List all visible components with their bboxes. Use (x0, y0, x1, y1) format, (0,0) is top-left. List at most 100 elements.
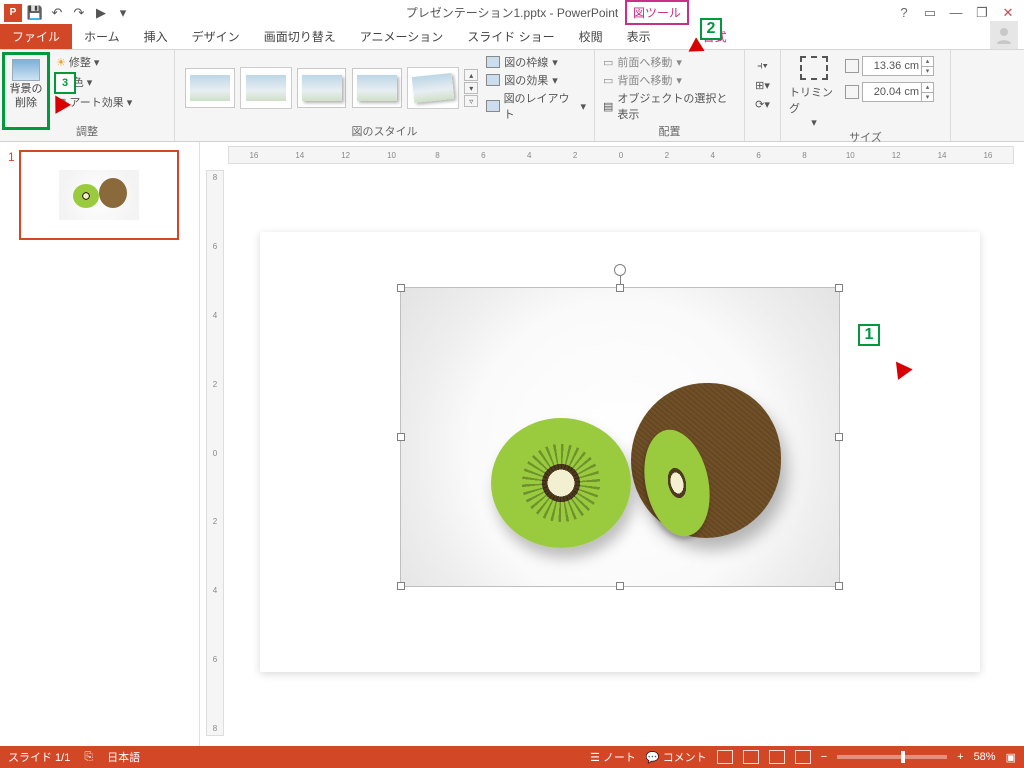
picture-effects-button[interactable]: 図の効果 ▾ (486, 72, 586, 88)
resize-handle-tl[interactable] (397, 284, 405, 292)
qat-save[interactable]: 💾 (26, 4, 44, 22)
status-slide-indicator[interactable]: スライド 1/1 (8, 749, 70, 765)
resize-handle-mr[interactable] (835, 433, 843, 441)
group-icon[interactable]: ⊞▾ (755, 79, 770, 92)
spin-down-icon[interactable]: ▾ (922, 67, 933, 76)
height-icon (845, 59, 859, 73)
resize-handle-bl[interactable] (397, 582, 405, 590)
zoom-slider-knob[interactable] (901, 751, 905, 763)
align-icon[interactable]: ⫞▾ (757, 60, 768, 73)
selected-picture[interactable]: 1 (400, 287, 840, 587)
zoom-percent[interactable]: 58% (974, 751, 996, 763)
tab-transitions[interactable]: 画面切り替え (252, 24, 348, 49)
effects-icon (486, 74, 500, 86)
selection-pane-button[interactable]: ▤オブジェクトの選択と表示 (603, 90, 736, 122)
callout-1-arrow-icon (889, 352, 919, 382)
ribbon-group-align: ⫞▾ ⊞▾ ⟳▾ (745, 50, 781, 141)
rotate-icon[interactable]: ⟳▾ (755, 98, 770, 111)
qat-undo[interactable]: ↶ (48, 4, 66, 22)
bring-forward-icon: ▭ (603, 56, 613, 69)
tab-insert[interactable]: 挿入 (132, 24, 180, 49)
spin-up-icon[interactable]: ▴ (922, 57, 933, 67)
picture-content (401, 288, 839, 586)
qat-redo[interactable]: ↷ (70, 4, 88, 22)
zoom-out-button[interactable]: − (821, 751, 827, 763)
picture-style-options: 図の枠線 ▾ 図の効果 ▾ 図のレイアウト ▾ (486, 54, 586, 122)
spin-down-icon[interactable]: ▾ (922, 93, 933, 102)
horizontal-ruler: 1614121086420246810121416 (228, 146, 1014, 164)
ribbon: 背景の 削除 3 ☀修整 ▾ 🎨色 ▾ ▦アート効果 ▾ 調整 ▴ ▾ ▿ 図の… (0, 50, 1024, 142)
qat-start-slideshow[interactable]: ▶ (92, 4, 110, 22)
picture-style-2[interactable] (241, 68, 291, 108)
qat-customize[interactable]: ▾ (114, 4, 132, 22)
restore-button[interactable]: ❐ (970, 3, 994, 23)
normal-view-button[interactable] (717, 750, 733, 764)
user-icon (995, 26, 1013, 44)
picture-style-5[interactable] (408, 68, 458, 108)
reading-view-button[interactable] (769, 750, 785, 764)
send-backward-button[interactable]: ▭背面へ移動 ▾ (603, 72, 736, 88)
status-language[interactable]: 日本語 (107, 749, 140, 765)
crop-button[interactable]: トリミング ▾ (789, 56, 839, 129)
contextual-tab-group-label: 図ツール (633, 4, 681, 21)
resize-handle-tm[interactable] (616, 284, 624, 292)
resize-handle-bm[interactable] (616, 582, 624, 590)
slide-edit-area[interactable]: 1614121086420246810121416 864202468 (200, 142, 1024, 746)
tab-review[interactable]: 校閲 (567, 24, 615, 49)
corrections-button[interactable]: ☀修整 ▾ (56, 54, 132, 70)
tab-design[interactable]: デザイン (180, 24, 252, 49)
zoom-slider[interactable] (837, 755, 947, 759)
picture-layout-button[interactable]: 図のレイアウト ▾ (486, 90, 586, 122)
vertical-ruler: 864202468 (206, 170, 224, 736)
resize-handle-tr[interactable] (835, 284, 843, 292)
shape-width-input[interactable]: 20.04 cm ▴▾ (862, 82, 934, 102)
thumbnail-image-icon (59, 170, 139, 220)
gallery-more-icon[interactable]: ▿ (464, 95, 478, 107)
close-button[interactable]: ✕ (996, 3, 1020, 23)
status-bar: スライド 1/1 ⎘ 日本語 ☰ ノート 💬 コメント − + 58% ▣ (0, 746, 1024, 768)
sorter-view-button[interactable] (743, 750, 759, 764)
sun-icon: ☀ (56, 56, 66, 69)
ribbon-group-picture-styles: ▴ ▾ ▿ 図の枠線 ▾ 図の効果 ▾ 図のレイアウト ▾ 図のスタイル (175, 50, 595, 141)
slideshow-view-button[interactable] (795, 750, 811, 764)
resize-handle-ml[interactable] (397, 433, 405, 441)
shape-height-input[interactable]: 13.36 cm ▴▾ (862, 56, 934, 76)
picture-border-button[interactable]: 図の枠線 ▾ (486, 54, 586, 70)
resize-handle-br[interactable] (835, 582, 843, 590)
send-backward-icon: ▭ (603, 74, 613, 87)
slide-canvas[interactable]: 1 (260, 232, 980, 672)
tab-animations[interactable]: アニメーション (348, 24, 456, 49)
tab-home[interactable]: ホーム (72, 24, 132, 49)
picture-style-3[interactable] (297, 68, 347, 108)
picture-styles-gallery[interactable]: ▴ ▾ ▿ 図の枠線 ▾ 図の効果 ▾ 図のレイアウト ▾ (183, 54, 586, 122)
tab-slideshow[interactable]: スライド ショー (455, 24, 566, 49)
picture-style-4[interactable] (352, 68, 402, 108)
app-icon: P (4, 4, 22, 22)
bring-forward-button[interactable]: ▭前面へ移動 ▾ (603, 54, 736, 70)
contextual-tab-group: 図ツール (625, 0, 689, 25)
callout-2-arrow-icon (678, 40, 700, 62)
remove-background-label-1: 背景の (10, 83, 43, 95)
spin-up-icon[interactable]: ▴ (922, 83, 933, 93)
remove-background-icon (12, 59, 40, 81)
ribbon-display-options[interactable]: ▭ (918, 3, 942, 23)
comments-button[interactable]: 💬 コメント (646, 749, 707, 765)
callout-3: 3 (54, 72, 76, 94)
fit-to-window-button[interactable]: ▣ (1006, 751, 1016, 764)
help-button[interactable]: ? (892, 3, 916, 23)
picture-style-1[interactable] (185, 68, 235, 108)
gallery-down-icon[interactable]: ▾ (464, 82, 478, 94)
slide-thumbnail-panel[interactable]: 1 (0, 142, 200, 746)
zoom-in-button[interactable]: + (957, 751, 963, 763)
minimize-button[interactable]: — (944, 3, 968, 23)
rotation-handle[interactable] (614, 264, 626, 276)
ribbon-group-adjust: 背景の 削除 3 ☀修整 ▾ 🎨色 ▾ ▦アート効果 ▾ 調整 (0, 50, 175, 141)
slide-thumbnail-1[interactable] (19, 150, 179, 240)
gallery-up-icon[interactable]: ▴ (464, 69, 478, 81)
tab-file[interactable]: ファイル (0, 24, 72, 49)
tab-view[interactable]: 表示 (615, 24, 663, 49)
remove-background-label-2: 削除 (15, 97, 37, 109)
spellcheck-icon[interactable]: ⎘ (84, 751, 93, 764)
account-avatar[interactable] (990, 21, 1018, 49)
notes-button[interactable]: ☰ ノート (590, 749, 636, 765)
